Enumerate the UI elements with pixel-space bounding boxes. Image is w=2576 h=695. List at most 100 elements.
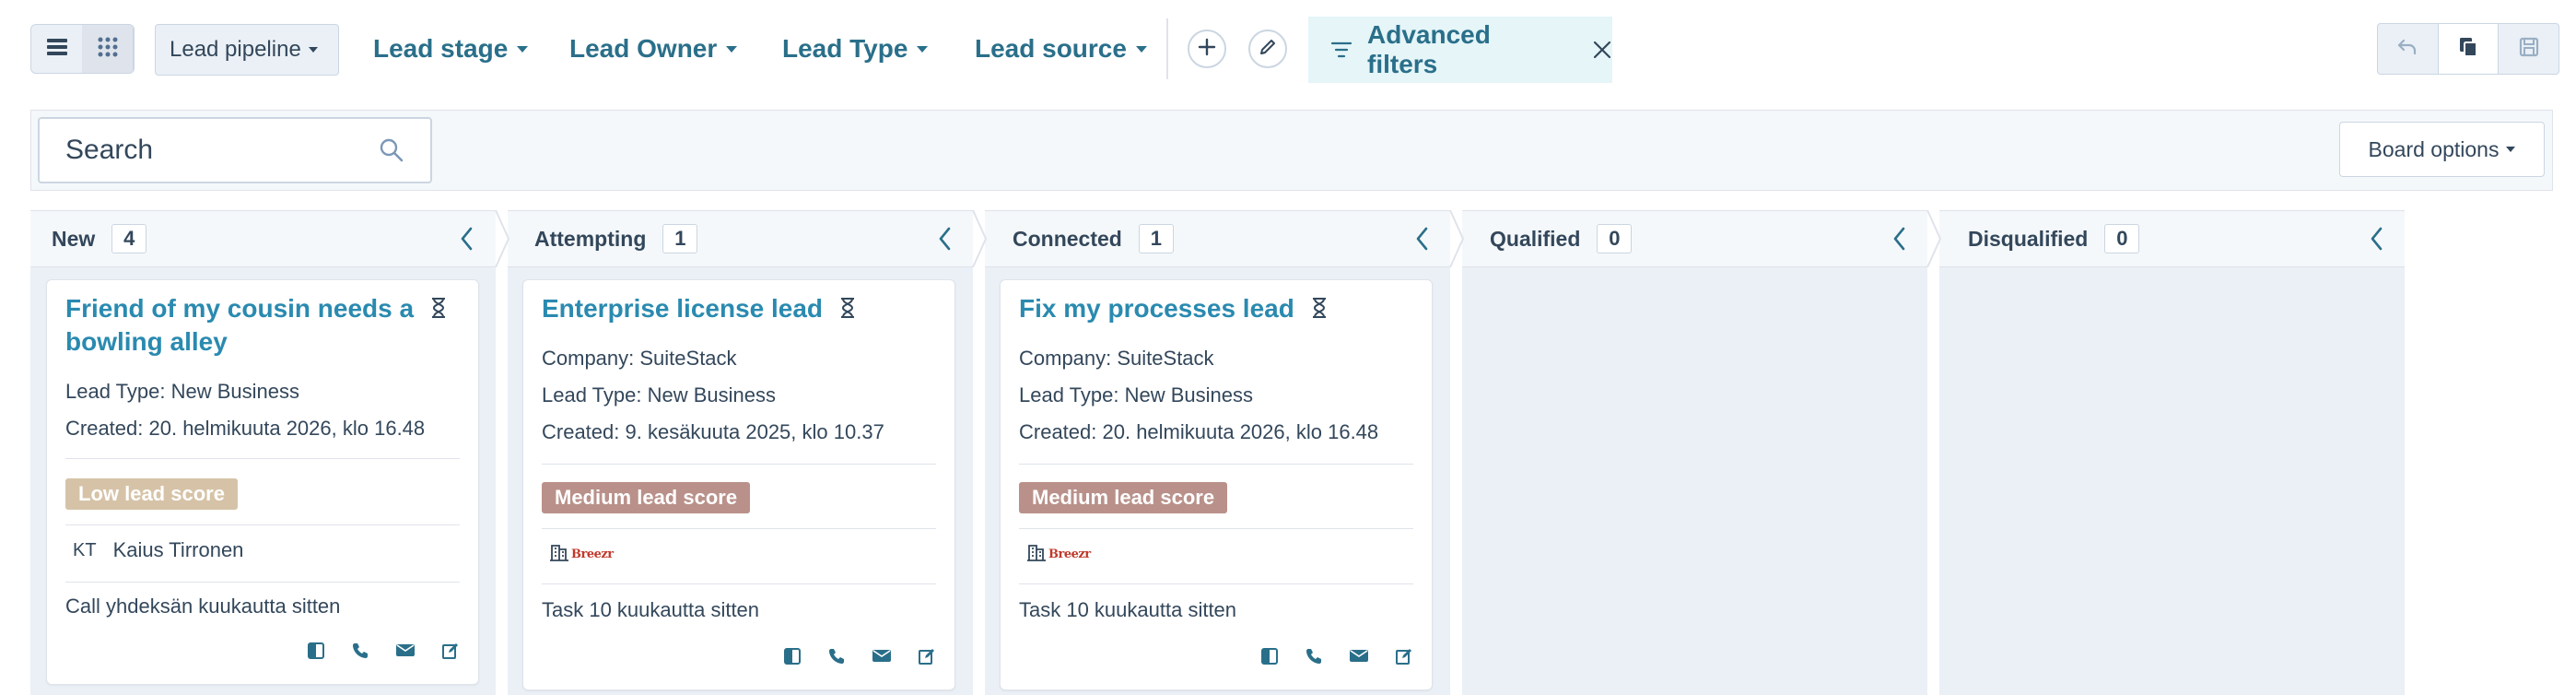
lead-type: Lead Type: New Business xyxy=(1019,383,1253,406)
card-title[interactable]: Enterprise license lead xyxy=(542,293,856,326)
stage-separator xyxy=(972,210,988,695)
collapse-column-chevron-left-icon[interactable] xyxy=(2368,226,2386,252)
pipeline-select[interactable]: Lead pipeline xyxy=(155,24,339,76)
column-name: New xyxy=(52,226,96,251)
note-edit-icon[interactable] xyxy=(918,647,936,666)
plus-icon xyxy=(1198,38,1216,61)
column-count: 0 xyxy=(2104,224,2140,253)
last-activity: Call yhdeksän kuukautta sitten xyxy=(65,595,341,618)
add-filter-button[interactable] xyxy=(1188,29,1226,68)
company: Company: SuiteStack xyxy=(1019,347,1214,370)
card-divider xyxy=(1019,583,1413,584)
preview-icon[interactable] xyxy=(783,647,802,666)
undo-button[interactable] xyxy=(2378,24,2439,74)
collapse-column-chevron-left-icon[interactable] xyxy=(1891,226,1909,252)
filter-lead-source[interactable]: Lead source xyxy=(975,24,1147,74)
copy-icon xyxy=(2458,36,2478,63)
filter-label: Lead source xyxy=(975,34,1127,63)
card-title-line: Friend of my cousin needs a xyxy=(65,294,415,323)
company: Company: SuiteStack xyxy=(542,347,737,370)
hourglass-icon xyxy=(1311,295,1328,326)
filter-label: Lead stage xyxy=(373,34,509,63)
preview-icon[interactable] xyxy=(1260,647,1279,666)
column-name: Qualified xyxy=(1490,226,1581,251)
lead-score-badge: Low lead score xyxy=(65,478,238,510)
column-title: New 4 xyxy=(52,210,147,267)
collapse-column-chevron-left-icon[interactable] xyxy=(1413,226,1432,252)
lead-card[interactable]: Fix my processes lead Company: SuiteStac… xyxy=(1000,279,1433,690)
edit-filters-button[interactable] xyxy=(1248,29,1287,68)
phone-icon[interactable] xyxy=(1305,647,1323,666)
grid-icon xyxy=(97,36,119,63)
column-name: Attempting xyxy=(534,226,647,251)
card-title[interactable]: Friend of my cousin needs a bowling alle… xyxy=(65,293,447,358)
close-icon[interactable] xyxy=(1592,40,1612,60)
column-qualified xyxy=(1462,267,1927,695)
lead-score-badge: Medium lead score xyxy=(1019,482,1228,513)
created-date: Created: 20. helmikuuta 2026, klo 16.48 xyxy=(65,417,426,440)
card-title-line: bowling alley xyxy=(65,326,228,356)
lead-score-badge: Medium lead score xyxy=(542,482,751,513)
card-title-text: Fix my processes lead xyxy=(1019,294,1294,323)
board-view-button[interactable] xyxy=(82,25,134,73)
filter-label: Lead Owner xyxy=(569,34,718,63)
card-title-text: Enterprise license lead xyxy=(542,294,824,323)
column-title: Attempting 1 xyxy=(534,210,698,267)
view-toggle xyxy=(30,24,135,74)
stage-separator xyxy=(1449,210,1465,695)
filter-lines-icon xyxy=(1330,41,1352,59)
phone-icon[interactable] xyxy=(827,647,846,666)
card-divider xyxy=(542,528,936,529)
collapse-column-chevron-left-icon[interactable] xyxy=(458,226,476,252)
company-logo: Breezr xyxy=(1048,548,1091,561)
search-input[interactable]: Search xyxy=(38,117,432,183)
building-icon xyxy=(549,542,569,567)
lead-type: Lead Type: New Business xyxy=(65,380,299,403)
filter-lead-type[interactable]: Lead Type xyxy=(782,24,929,74)
lead-owner: KT Kaius Tirronen xyxy=(73,538,243,562)
board-options-label: Board options xyxy=(2368,136,2500,161)
column-title: Qualified 0 xyxy=(1490,210,1633,267)
board-actions-group xyxy=(2377,23,2559,75)
list-icon xyxy=(46,37,68,62)
lead-card[interactable]: Friend of my cousin needs a bowling alle… xyxy=(46,279,479,685)
card-divider xyxy=(65,458,460,459)
column-name: Connected xyxy=(1013,226,1122,251)
stage-separator xyxy=(495,210,510,695)
card-actions xyxy=(783,647,936,666)
email-icon[interactable] xyxy=(1349,647,1369,666)
card-divider xyxy=(542,464,936,465)
lead-type: Lead Type: New Business xyxy=(542,383,776,406)
filter-lead-stage[interactable]: Lead stage xyxy=(373,24,529,74)
associated-companies: Breezr xyxy=(549,542,614,567)
list-view-button[interactable] xyxy=(31,25,82,73)
save-button[interactable] xyxy=(2499,24,2558,74)
advanced-filters-button[interactable]: Advanced filters xyxy=(1308,17,1612,83)
pipeline-label: Lead pipeline xyxy=(170,37,301,62)
advanced-filters-label: Advanced filters xyxy=(1367,20,1491,78)
email-icon[interactable] xyxy=(395,642,416,660)
search-icon xyxy=(379,137,404,171)
copy-button[interactable] xyxy=(2438,24,2500,74)
email-icon[interactable] xyxy=(872,647,892,666)
card-actions xyxy=(1260,647,1413,666)
column-count: 4 xyxy=(111,224,147,253)
last-activity: Task 10 kuukautta sitten xyxy=(542,598,760,621)
phone-icon[interactable] xyxy=(351,642,369,660)
associated-companies: Breezr xyxy=(1026,542,1091,567)
column-count: 0 xyxy=(1597,224,1633,253)
stage-separator xyxy=(1926,210,1942,695)
hourglass-icon xyxy=(839,295,856,326)
filter-lead-owner[interactable]: Lead Owner xyxy=(569,24,738,74)
lead-card[interactable]: Enterprise license lead Company: SuiteSt… xyxy=(522,279,955,690)
hourglass-icon xyxy=(430,295,447,326)
card-divider xyxy=(542,583,936,584)
note-edit-icon[interactable] xyxy=(1395,647,1413,666)
collapse-column-chevron-left-icon[interactable] xyxy=(936,226,954,252)
note-edit-icon[interactable] xyxy=(441,642,460,660)
preview-icon[interactable] xyxy=(307,642,325,660)
board-options-button[interactable]: Board options xyxy=(2339,122,2545,177)
card-divider xyxy=(65,524,460,525)
column-title: Connected 1 xyxy=(1013,210,1174,267)
card-title[interactable]: Fix my processes lead xyxy=(1019,293,1328,326)
